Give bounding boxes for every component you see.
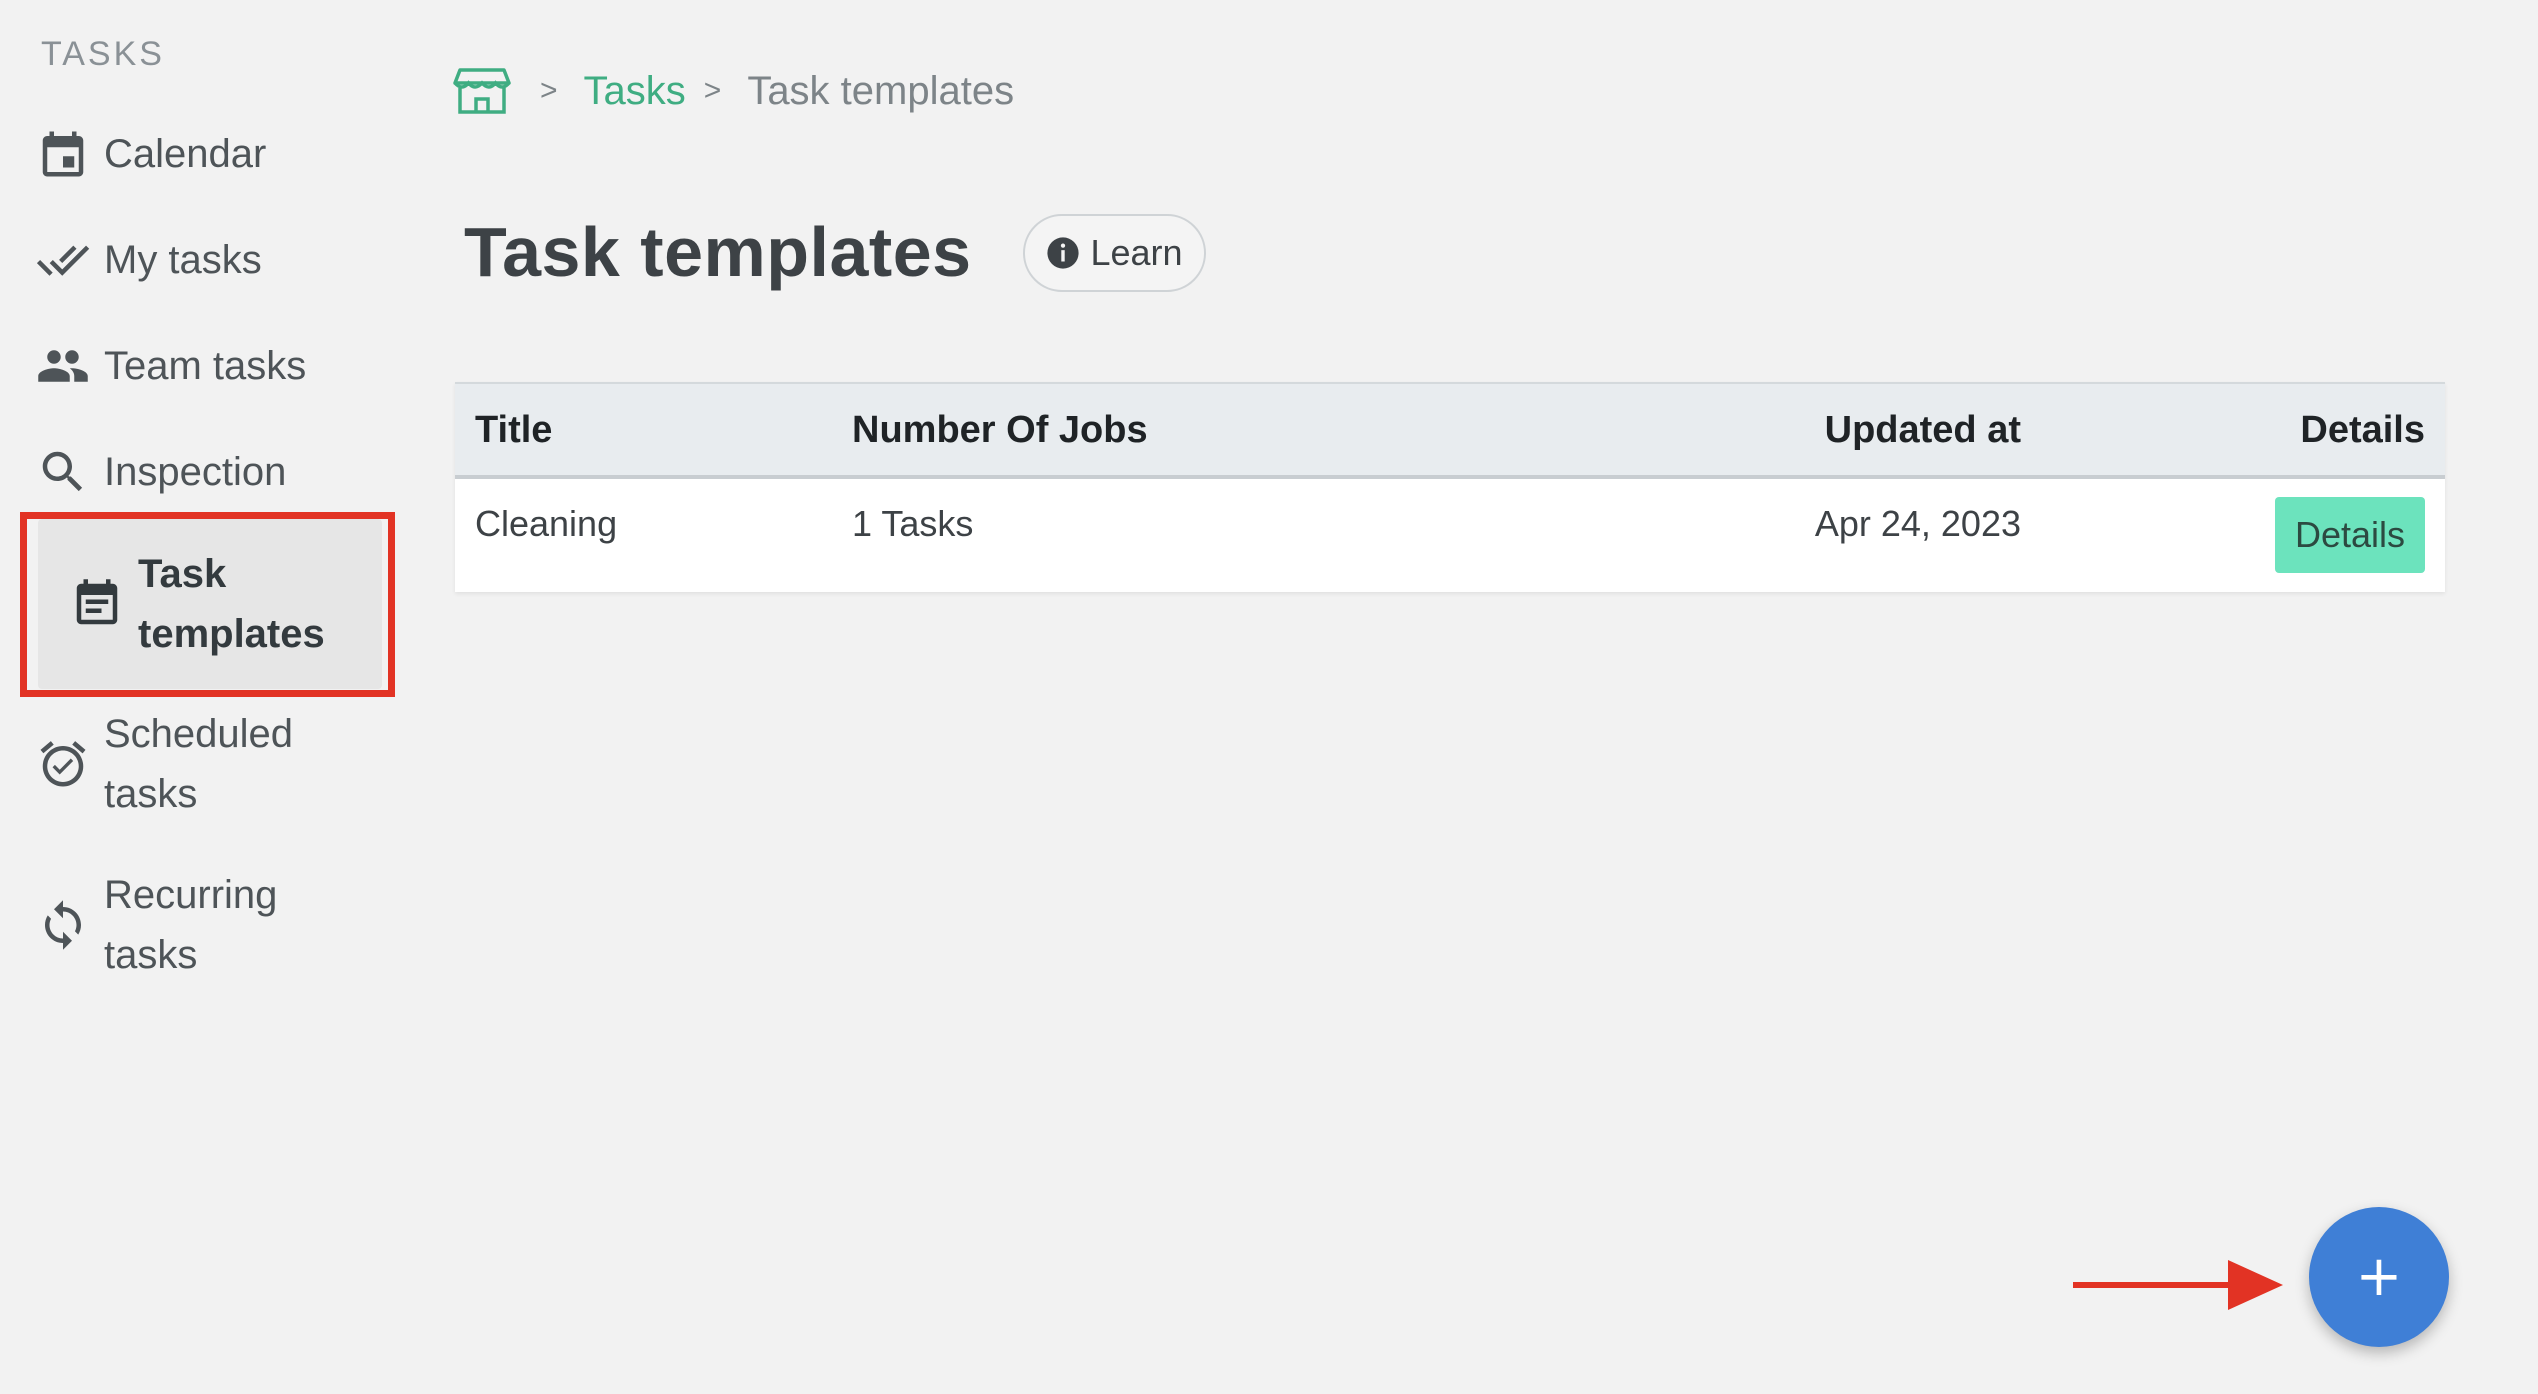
sidebar-item-label: Team tasks — [104, 344, 307, 388]
info-icon — [1047, 237, 1080, 269]
sidebar-item-label: Recurring tasks — [104, 873, 278, 977]
annotation-arrow-icon — [2073, 1260, 2283, 1310]
learn-button-label: Learn — [1090, 232, 1183, 273]
sidebar-item-task-templates[interactable]: Task templates — [38, 519, 382, 689]
double-check-icon — [34, 231, 92, 289]
alarm-check-icon — [34, 735, 92, 793]
sidebar-item-my-tasks[interactable]: My tasks — [34, 230, 384, 290]
calendar-icon — [34, 125, 92, 183]
table-header: Title Number Of Jobs Updated at Details — [455, 384, 2445, 479]
sidebar-item-calendar[interactable]: Calendar — [34, 124, 384, 184]
event-note-icon — [68, 575, 126, 633]
sidebar-item-label: My tasks — [104, 238, 262, 282]
sidebar-item-label: Scheduled tasks — [104, 712, 294, 816]
table-row: Cleaning 1 Tasks Apr 24, 2023 Details — [455, 479, 2445, 592]
sidebar-item-label: Inspection — [104, 450, 287, 494]
home-store-icon[interactable] — [452, 66, 512, 116]
row-updated-at: Apr 24, 2023 — [1814, 503, 2021, 544]
search-icon — [34, 443, 92, 501]
column-header-title[interactable]: Title — [475, 384, 552, 477]
breadcrumb: > Tasks > Task templates — [452, 66, 1014, 116]
column-header-details: Details — [2300, 409, 2425, 451]
sidebar-heading: TASKS — [41, 35, 165, 73]
sidebar-item-label: Task templates — [138, 552, 325, 656]
templates-table: Title Number Of Jobs Updated at Details … — [455, 382, 2445, 592]
sidebar-item-inspection[interactable]: Inspection — [34, 442, 384, 502]
sync-icon — [34, 896, 92, 954]
column-header-updated-at[interactable]: Updated at — [1825, 384, 2021, 477]
page-title: Task templates — [464, 213, 972, 291]
add-template-button[interactable]: + — [2309, 1207, 2449, 1347]
sidebar-item-recurring-tasks[interactable]: Recurring tasks — [34, 865, 384, 985]
details-button[interactable]: Details — [2275, 497, 2425, 573]
breadcrumb-link-tasks[interactable]: Tasks — [584, 69, 686, 114]
sidebar-item-team-tasks[interactable]: Team tasks — [34, 336, 384, 396]
sidebar-item-scheduled-tasks[interactable]: Scheduled tasks — [34, 704, 384, 824]
sidebar-item-label: Calendar — [104, 132, 267, 176]
sidebar: TASKS Calendar My tasks Team tasks Inspe… — [0, 0, 395, 1394]
column-header-number-of-jobs[interactable]: Number Of Jobs — [852, 384, 1148, 477]
row-title: Cleaning — [475, 503, 618, 544]
breadcrumb-current: Task templates — [747, 68, 1015, 113]
people-icon — [34, 337, 92, 395]
row-number-of-jobs: 1 Tasks — [852, 503, 974, 544]
breadcrumb-separator-icon: > — [540, 74, 558, 107]
app-root: TASKS Calendar My tasks Team tasks Inspe… — [0, 0, 2538, 1394]
plus-icon: + — [2355, 1244, 2403, 1309]
breadcrumb-separator-icon: > — [703, 74, 722, 107]
learn-button[interactable]: Learn — [1023, 214, 1206, 292]
